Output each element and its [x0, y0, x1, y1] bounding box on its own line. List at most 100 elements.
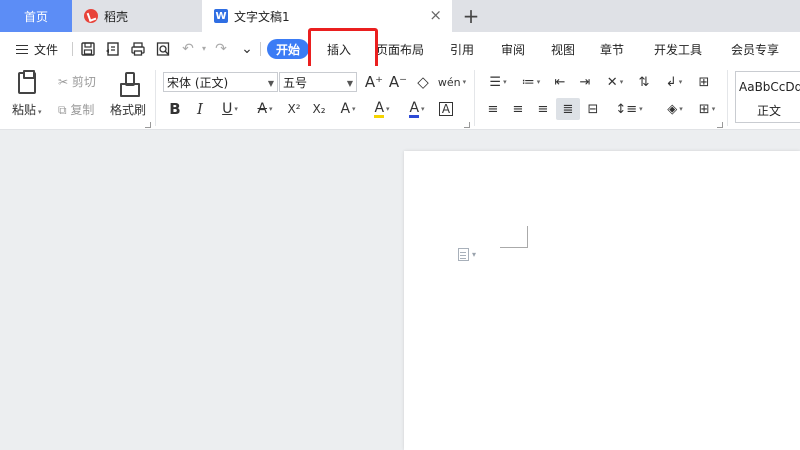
tab-document-label: 文字文稿1: [234, 9, 290, 24]
redo-icon[interactable]: ↷: [213, 41, 229, 57]
tab-home-label: 首页: [23, 9, 48, 24]
border-icon: ⊞: [698, 101, 710, 117]
save-icon[interactable]: [80, 41, 96, 57]
paragraph-mark-icon: ↲: [665, 74, 677, 90]
show-marks-button[interactable]: ↲ ▾: [660, 72, 688, 92]
strikethrough-icon: A: [257, 101, 268, 117]
grow-font-icon[interactable]: A⁺: [364, 72, 384, 92]
tab-start[interactable]: 开始: [267, 39, 309, 59]
format-painter-button[interactable]: 格式刷: [110, 101, 146, 118]
paste-button[interactable]: 粘贴 ▾: [12, 101, 42, 118]
character-border-glyph: A: [438, 102, 454, 116]
font-color-button[interactable]: A ▾: [402, 99, 432, 119]
chinese-layout-button[interactable]: ✕ ▾: [600, 72, 630, 92]
tab-daoke-label: 稻壳: [104, 9, 129, 24]
new-tab-button[interactable]: +: [458, 4, 484, 28]
numbering-button[interactable]: ≔ ▾: [516, 72, 546, 92]
align-left-icon[interactable]: ≡: [483, 99, 503, 119]
document-page[interactable]: [404, 151, 800, 450]
file-menu-label: 文件: [34, 42, 59, 57]
font-dialog-launcher[interactable]: [464, 122, 470, 128]
font-size-select[interactable]: 五号 ▼: [279, 72, 357, 92]
cut-button[interactable]: ✂ 剪切: [58, 73, 96, 90]
text-effect-icon: A: [340, 101, 351, 117]
document-icon: [458, 248, 469, 261]
menu-bar: 文件 ↶ ▾ ↷ ⌄ 开始 插入 页面布局 引用 审阅 视图 章节 开发工具 会…: [0, 32, 800, 66]
table-tabs-icon[interactable]: ⊞: [694, 72, 714, 92]
hamburger-icon: [16, 44, 28, 54]
highlighter-icon: A: [374, 99, 385, 118]
tab-daoke[interactable]: 稻壳: [72, 0, 200, 32]
tab-member[interactable]: 会员专享: [731, 32, 779, 66]
format-painter-icon[interactable]: [120, 72, 140, 97]
paragraph-options-button[interactable]: ▾: [458, 248, 476, 261]
customize-toolbar-icon[interactable]: ⌄: [239, 41, 255, 57]
writer-doc-icon: W: [214, 9, 228, 23]
font-color-icon: A: [409, 99, 420, 118]
copy-label: 复制: [70, 103, 95, 117]
highlight-annotation: [308, 28, 378, 70]
clipboard-dialog-launcher[interactable]: [145, 122, 151, 128]
sort-icon[interactable]: ⇅: [634, 72, 654, 92]
clear-format-icon[interactable]: ◇: [413, 72, 433, 92]
align-right-icon[interactable]: ≡: [533, 99, 553, 119]
line-spacing-button[interactable]: ↕≡ ▾: [614, 99, 644, 119]
text-effect-button[interactable]: A ▾: [334, 99, 362, 119]
distributed-align-icon[interactable]: ⊟: [583, 99, 603, 119]
line-spacing-icon: ↕≡: [615, 101, 638, 117]
underline-icon: U: [222, 101, 233, 117]
justify-icon[interactable]: ≣: [556, 98, 580, 120]
decrease-indent-icon[interactable]: ⇤: [550, 72, 570, 92]
pinyin-guide-icon[interactable]: wén ▾: [438, 72, 466, 92]
tab-developer[interactable]: 开发工具: [654, 32, 702, 66]
copy-icon: ⧉: [58, 103, 67, 117]
numbered-list-icon: ≔: [521, 74, 535, 90]
copy-button[interactable]: ⧉ 复制: [58, 101, 94, 118]
pinyin-label: wén: [437, 75, 461, 89]
print-preview-icon[interactable]: [155, 41, 171, 57]
character-border-icon[interactable]: A: [437, 99, 455, 119]
paint-bucket-icon: ◈: [667, 101, 678, 117]
daoke-icon: [84, 9, 98, 23]
tab-page-layout[interactable]: 页面布局: [376, 32, 424, 66]
chinese-layout-icon: ✕: [606, 74, 618, 90]
tab-review[interactable]: 审阅: [501, 32, 525, 66]
tab-home[interactable]: 首页: [0, 0, 72, 32]
bold-icon[interactable]: B: [166, 99, 184, 119]
bullet-list-icon: ☰: [489, 74, 502, 90]
strikethrough-button[interactable]: A ▾: [250, 99, 280, 119]
underline-button[interactable]: U ▾: [215, 99, 245, 119]
italic-icon[interactable]: I: [192, 99, 208, 119]
tab-chapter[interactable]: 章节: [600, 32, 624, 66]
bullets-button[interactable]: ☰ ▾: [483, 72, 513, 92]
shading-button[interactable]: ◈ ▾: [660, 99, 690, 119]
cut-label: 剪切: [71, 75, 96, 89]
font-name-select[interactable]: 宋体 (正文) ▼: [163, 72, 278, 92]
chevron-down-icon: ▾: [472, 250, 477, 259]
increase-indent-icon[interactable]: ⇥: [575, 72, 595, 92]
separator: [474, 70, 475, 126]
undo-icon[interactable]: ↶: [180, 41, 196, 57]
tab-references[interactable]: 引用: [450, 32, 474, 66]
shrink-font-icon[interactable]: A⁻: [388, 72, 408, 92]
subscript-icon[interactable]: X₂: [308, 99, 330, 119]
superscript-icon[interactable]: X²: [283, 99, 305, 119]
paste-label: 粘贴: [12, 103, 37, 117]
close-tab-icon[interactable]: ×: [429, 8, 442, 23]
borders-button[interactable]: ⊞ ▾: [693, 99, 721, 119]
paste-icon[interactable]: [18, 70, 36, 94]
font-name-value: 宋体 (正文): [167, 75, 229, 90]
export-pdf-icon[interactable]: [105, 41, 121, 57]
separator: [155, 70, 156, 126]
document-workspace: [0, 131, 800, 450]
highlight-button[interactable]: A ▾: [367, 99, 397, 119]
tab-view[interactable]: 视图: [551, 32, 575, 66]
separator: [72, 42, 73, 56]
undo-dropdown-icon[interactable]: ▾: [196, 41, 212, 57]
style-normal[interactable]: AaBbCcDd 正文: [735, 71, 800, 123]
file-menu-button[interactable]: 文件: [16, 32, 58, 66]
paragraph-dialog-launcher[interactable]: [717, 122, 723, 128]
margin-corner-mark: [500, 226, 528, 248]
print-icon[interactable]: [130, 41, 146, 57]
align-center-icon[interactable]: ≡: [508, 99, 528, 119]
